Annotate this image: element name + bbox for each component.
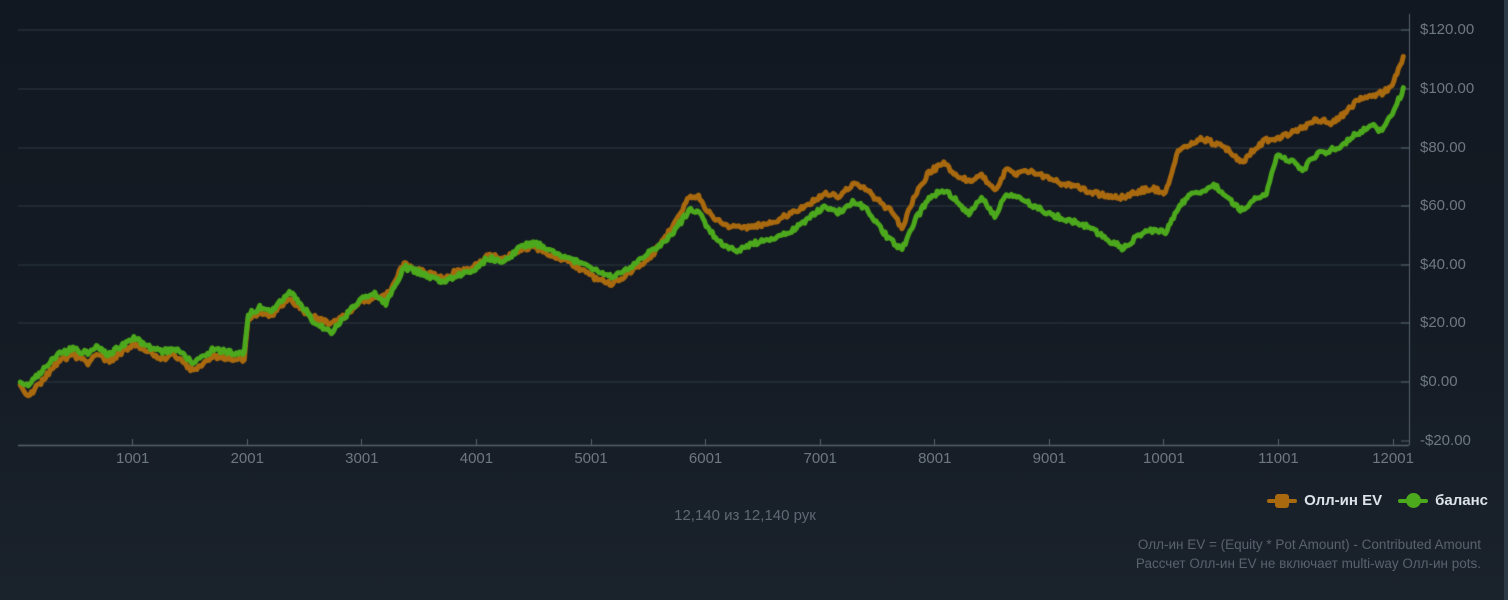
hands-count-text: 12,140 из 12,140 рук	[674, 507, 816, 524]
ev-formula-line1: Олл-ин EV = (Equity * Pot Amount) - Cont…	[1137, 537, 1481, 552]
x-axis-label: 2001	[230, 450, 264, 467]
x-axis-label: 11001	[1258, 450, 1299, 467]
panel-scrollbar[interactable]	[1504, 0, 1508, 600]
y-axis-label: -$20.00	[1420, 431, 1471, 449]
allin-ev-series-marker-icon	[1267, 493, 1298, 508]
x-axis-label: 1001	[116, 450, 150, 467]
y-axis-label: $100.00	[1420, 79, 1475, 97]
x-axis-label: 8001	[918, 450, 952, 467]
legend-item-balance[interactable]: баланс	[1398, 492, 1488, 509]
y-axis-label: $20.00	[1420, 314, 1466, 332]
y-axis-label: $120.00	[1420, 21, 1475, 39]
x-axis-label: 12001	[1372, 450, 1414, 467]
balance-series-marker-icon	[1398, 493, 1429, 508]
ev-formula-note: Олл-ин EV = (Equity * Pot Amount) - Cont…	[1136, 535, 1481, 573]
legend-item-allin-ev[interactable]: Олл-ин EV	[1267, 492, 1382, 509]
y-axis-label: $80.00	[1420, 138, 1466, 156]
y-axis-label: $60.00	[1420, 197, 1466, 215]
x-axis-label: 9001	[1032, 450, 1067, 467]
x-axis-label: 10001	[1143, 450, 1185, 467]
legend-label-balance: баланс	[1435, 492, 1488, 509]
y-axis-label: $40.00	[1420, 255, 1466, 273]
x-axis-label: 3001	[345, 450, 379, 467]
graph-panel: $120.00 $100.00 $80.00 $60.00 $40.00 $20.00 $0…	[0, 0, 1508, 600]
y-axis-label: $0.00	[1420, 373, 1458, 390]
ev-formula-line2: Рассчет Олл-ин EV не включает multi-way …	[1135, 556, 1481, 571]
legend-label-allin-ev: Олл-ин EV	[1304, 492, 1383, 509]
chart-legend: Олл-ин EV баланс	[1267, 492, 1488, 509]
x-axis-label: 7001	[803, 450, 837, 467]
x-axis-label: 5001	[574, 450, 608, 467]
x-axis-label: 6001	[688, 450, 723, 467]
x-axis-label: 4001	[459, 450, 494, 467]
